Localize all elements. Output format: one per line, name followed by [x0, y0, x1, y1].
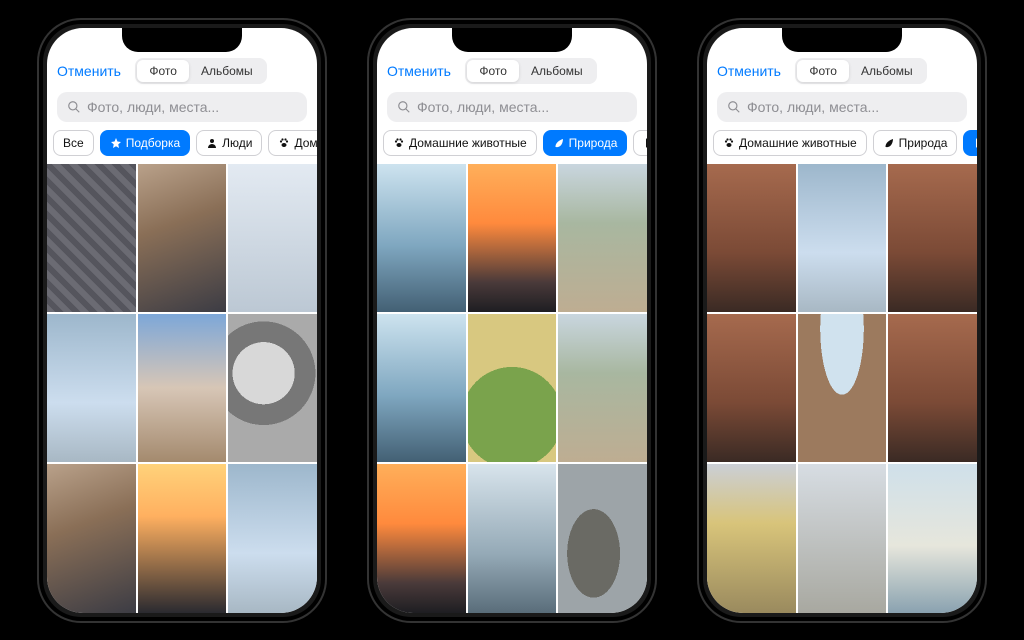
photo-grid[interactable] [707, 164, 977, 613]
photo-thumbnail[interactable] [138, 464, 227, 612]
search-input[interactable]: Фото, люди, места... [717, 92, 967, 122]
screen: Отменить ФотоАльбомы Фото, люди, места... Д… [377, 28, 647, 613]
segment-albums[interactable]: Альбомы [849, 60, 925, 82]
category-row[interactable]: Все Подборка Люди Домашние жив [47, 130, 317, 164]
category-label: Домашние животные [409, 136, 527, 150]
photo-thumbnail[interactable] [707, 464, 796, 612]
screen: Отменить ФотоАльбомы Фото, люди, места... В… [47, 28, 317, 613]
phone-mockup: Отменить ФотоАльбомы Фото, люди, места... Д… [367, 18, 657, 623]
photo-thumbnail[interactable] [228, 464, 317, 612]
cancel-button[interactable]: Отменить [717, 63, 781, 79]
phone-mockup: Отменить ФотоАльбомы Фото, люди, места... Д… [697, 18, 987, 623]
category-all[interactable]: Все [53, 130, 94, 156]
segmented-control[interactable]: ФотоАльбомы [135, 58, 266, 84]
segment-albums[interactable]: Альбомы [189, 60, 265, 82]
category-label: Все [63, 136, 84, 150]
photo-thumbnail[interactable] [558, 314, 647, 462]
category-label: Домашние жив [294, 136, 317, 150]
photo-thumbnail[interactable] [468, 164, 557, 312]
segment-albums[interactable]: Альбомы [519, 60, 595, 82]
photo-thumbnail[interactable] [47, 314, 136, 462]
category-people[interactable]: Люди [196, 130, 262, 156]
photo-thumbnail[interactable] [888, 464, 977, 612]
photo-thumbnail[interactable] [138, 164, 227, 312]
paw-icon [723, 137, 735, 149]
cancel-button[interactable]: Отменить [57, 63, 121, 79]
building-icon [643, 137, 647, 149]
photo-grid[interactable] [377, 164, 647, 613]
category-label: Природа [569, 136, 618, 150]
building-icon [973, 137, 977, 149]
photo-thumbnail[interactable] [47, 164, 136, 312]
category-pets[interactable]: Домашние жив [268, 130, 317, 156]
cancel-button[interactable]: Отменить [387, 63, 451, 79]
category-row[interactable]: Домашние животные Природа Город [377, 130, 647, 164]
star-icon [110, 137, 122, 149]
photo-thumbnail[interactable] [468, 464, 557, 612]
photo-thumbnail[interactable] [377, 464, 466, 612]
segment-photos[interactable]: Фото [797, 60, 849, 82]
search-icon [67, 100, 81, 114]
photo-thumbnail[interactable] [707, 314, 796, 462]
search-icon [397, 100, 411, 114]
category-row[interactable]: Домашние животные Природа Город [707, 130, 977, 164]
search-placeholder: Фото, люди, места... [417, 99, 549, 115]
phone-mockup: Отменить ФотоАльбомы Фото, люди, места... В… [37, 18, 327, 623]
category-city[interactable]: Город [633, 130, 647, 156]
photo-thumbnail[interactable] [798, 314, 887, 462]
category-nature[interactable]: Природа [543, 130, 628, 156]
notch [122, 28, 242, 52]
category-label: Подборка [126, 136, 180, 150]
segment-photos[interactable]: Фото [137, 60, 189, 82]
category-label: Люди [222, 136, 252, 150]
category-pets[interactable]: Домашние животные [383, 130, 537, 156]
leaf-icon [883, 137, 895, 149]
photo-thumbnail[interactable] [377, 314, 466, 462]
category-label: Домашние животные [739, 136, 857, 150]
photo-thumbnail[interactable] [468, 314, 557, 462]
paw-icon [278, 137, 290, 149]
notch [782, 28, 902, 52]
category-city[interactable]: Город [963, 130, 977, 156]
category-label: Природа [899, 136, 948, 150]
photo-thumbnail[interactable] [707, 164, 796, 312]
photo-thumbnail[interactable] [798, 464, 887, 612]
segmented-control[interactable]: ФотоАльбомы [795, 58, 926, 84]
search-input[interactable]: Фото, люди, места... [57, 92, 307, 122]
photo-thumbnail[interactable] [377, 164, 466, 312]
photo-thumbnail[interactable] [47, 464, 136, 612]
photo-thumbnail[interactable] [888, 314, 977, 462]
screen: Отменить ФотоАльбомы Фото, люди, места... Д… [707, 28, 977, 613]
category-featured[interactable]: Подборка [100, 130, 190, 156]
paw-icon [393, 137, 405, 149]
segmented-control[interactable]: ФотоАльбомы [465, 58, 596, 84]
search-input[interactable]: Фото, люди, места... [387, 92, 637, 122]
photo-grid[interactable] [47, 164, 317, 613]
photo-thumbnail[interactable] [138, 314, 227, 462]
photo-thumbnail[interactable] [228, 164, 317, 312]
person-icon [206, 137, 218, 149]
search-placeholder: Фото, люди, места... [747, 99, 879, 115]
category-pets[interactable]: Домашние животные [713, 130, 867, 156]
segment-photos[interactable]: Фото [467, 60, 519, 82]
notch [452, 28, 572, 52]
photo-thumbnail[interactable] [798, 164, 887, 312]
search-placeholder: Фото, люди, места... [87, 99, 219, 115]
photo-thumbnail[interactable] [558, 164, 647, 312]
photo-thumbnail[interactable] [558, 464, 647, 612]
leaf-icon [553, 137, 565, 149]
photo-thumbnail[interactable] [228, 314, 317, 462]
search-icon [727, 100, 741, 114]
category-nature[interactable]: Природа [873, 130, 958, 156]
photo-thumbnail[interactable] [888, 164, 977, 312]
